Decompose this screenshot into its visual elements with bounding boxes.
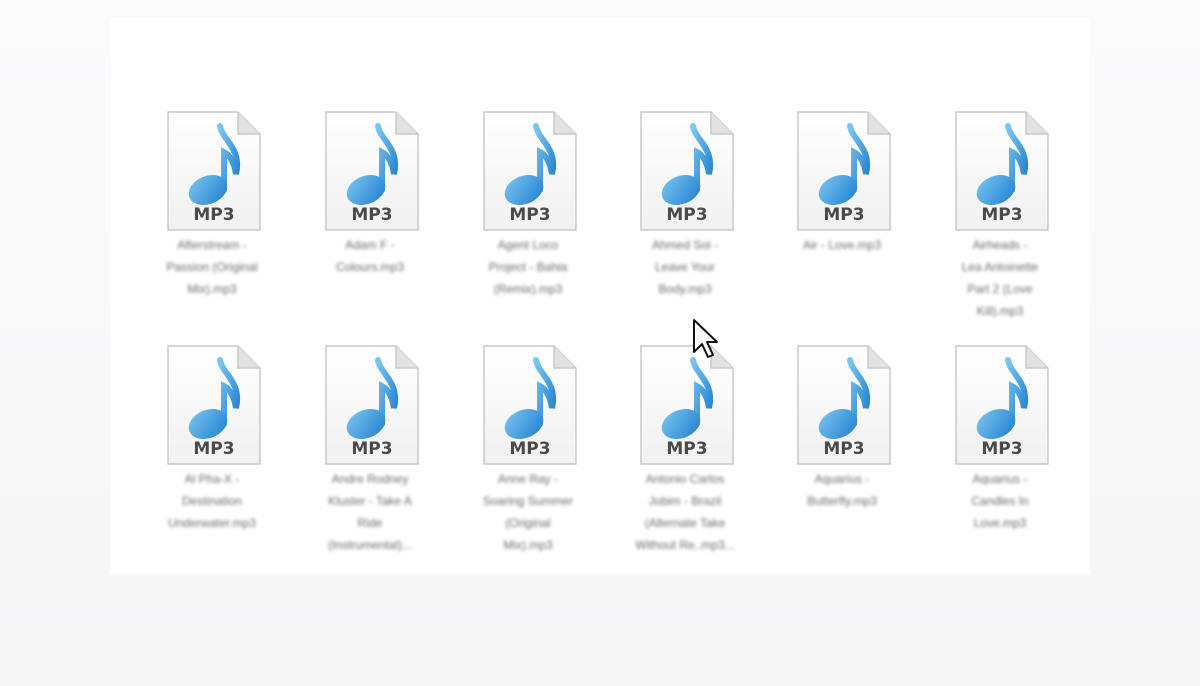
file-name-line: Kluster - Take A bbox=[328, 494, 412, 508]
file-name-line: Agent Loco bbox=[497, 238, 559, 252]
mp3-file-icon: MP3 bbox=[480, 342, 580, 468]
file-name-label: Aquarius - Butterfly.mp3 bbox=[772, 468, 912, 512]
file-name-line: Ahmed Sol - bbox=[651, 238, 719, 252]
file-name-label: Air - Love.mp3 bbox=[772, 234, 912, 256]
file-name-label: Andre Rodney Kluster - Take A Ride (Instrum… bbox=[300, 468, 440, 556]
svg-text:MP3: MP3 bbox=[823, 439, 864, 459]
svg-text:MP3: MP3 bbox=[823, 205, 864, 225]
file-name-line: Airheads - bbox=[972, 238, 1028, 252]
file-name-label: Agent Loco Project - Bahia (Remix).mp3 bbox=[458, 234, 598, 300]
file-name-label: Afterstream - Passion (Original Mix).mp3 bbox=[142, 234, 282, 300]
mp3-file-icon: MP3 bbox=[164, 108, 264, 234]
mp3-file-icon: MP3 bbox=[637, 108, 737, 234]
file-name-line: Ride bbox=[357, 516, 383, 530]
file-item[interactable]: MP3 Al Pha-X - Destination Underwater.mp3 bbox=[142, 342, 282, 572]
file-name-line: Anne Ray - bbox=[497, 472, 559, 486]
file-item[interactable]: MP3 Afterstream - Passion (Original Mix).mp… bbox=[142, 108, 282, 338]
mp3-file-icon: MP3 bbox=[480, 108, 580, 234]
file-name-line: Destination bbox=[181, 494, 243, 508]
file-name-line: (Original bbox=[505, 516, 551, 530]
file-name-line: Part 2 (Love bbox=[967, 282, 1033, 296]
file-name-line: (Remix).mp3 bbox=[493, 282, 563, 296]
file-name-line: Colours.mp3 bbox=[335, 260, 405, 274]
mp3-file-icon: MP3 bbox=[952, 108, 1052, 234]
mp3-file-icon: MP3 bbox=[164, 342, 264, 468]
file-name-label: Anne Ray - Soaring Summer (Original Mix).mp… bbox=[458, 468, 598, 556]
svg-text:MP3: MP3 bbox=[666, 439, 707, 459]
file-item[interactable]: MP3 Airheads - Lea Antoinette Part 2 (Love K… bbox=[930, 108, 1070, 338]
svg-text:MP3: MP3 bbox=[193, 205, 234, 225]
file-name-line: Kill).mp3 bbox=[976, 304, 1024, 318]
file-name-line: Mix).mp3 bbox=[503, 538, 553, 552]
file-name-line: Adam F - bbox=[345, 238, 395, 252]
mp3-file-icon: MP3 bbox=[637, 342, 737, 468]
mp3-file-icon: MP3 bbox=[794, 342, 894, 468]
file-item[interactable]: MP3 Adam F - Colours.mp3 bbox=[300, 108, 440, 338]
mp3-file-icon: MP3 bbox=[794, 108, 894, 234]
file-name-line: (Instrumental)... bbox=[327, 538, 413, 552]
file-name-line: Love.mp3 bbox=[973, 516, 1027, 530]
file-name-label: Airheads - Lea Antoinette Part 2 (Love Kill… bbox=[930, 234, 1070, 322]
file-name-line: Body.mp3 bbox=[658, 282, 712, 296]
file-name-line: Antonio Carlos bbox=[645, 472, 725, 486]
file-name-line: (Alternate Take bbox=[644, 516, 726, 530]
svg-text:MP3: MP3 bbox=[509, 439, 550, 459]
file-name-line: Butterfly.mp3 bbox=[807, 494, 877, 508]
file-item[interactable]: MP3 Ahmed Sol - Leave Your Body.mp3 bbox=[615, 108, 755, 338]
mp3-file-icon: MP3 bbox=[322, 108, 422, 234]
svg-text:MP3: MP3 bbox=[351, 205, 392, 225]
file-name-line: Lea Antoinette bbox=[961, 260, 1039, 274]
file-item[interactable]: MP3 Air - Love.mp3 bbox=[772, 108, 912, 338]
file-name-line: Project - Bahia bbox=[488, 260, 568, 274]
file-item[interactable]: MP3 Agent Loco Project - Bahia (Remix).mp3 bbox=[458, 108, 598, 338]
mp3-file-icon: MP3 bbox=[952, 342, 1052, 468]
file-name-label: Antonio Carlos Jobim - Brazil (Alternate T… bbox=[615, 468, 755, 556]
svg-text:MP3: MP3 bbox=[351, 439, 392, 459]
file-item[interactable]: MP3 Anne Ray - Soaring Summer (Original Mix)… bbox=[458, 342, 598, 572]
file-item[interactable]: MP3 Antonio Carlos Jobim - Brazil (Alternat… bbox=[615, 342, 755, 572]
mp3-file-icon: MP3 bbox=[322, 342, 422, 468]
file-name-label: Adam F - Colours.mp3 bbox=[300, 234, 440, 278]
file-name-line: Candles In bbox=[971, 494, 1029, 508]
file-grid: MP3 Afterstream - Passion (Original Mix).mp… bbox=[0, 0, 1200, 686]
svg-text:MP3: MP3 bbox=[981, 205, 1022, 225]
file-name-line: Jobim - Brazil bbox=[648, 494, 722, 508]
file-name-line: Afterstream - bbox=[177, 238, 247, 252]
file-name-line: Aquarius - bbox=[972, 472, 1028, 486]
file-item[interactable]: MP3 Andre Rodney Kluster - Take A Ride (Inst… bbox=[300, 342, 440, 572]
svg-text:MP3: MP3 bbox=[981, 439, 1022, 459]
file-item[interactable]: MP3 Aquarius - Candles In Love.mp3 bbox=[930, 342, 1070, 572]
file-name-line: Mix).mp3 bbox=[187, 282, 237, 296]
file-name-line: Soaring Summer bbox=[482, 494, 574, 508]
file-name-line: Passion (Original bbox=[166, 260, 258, 274]
file-name-line: Without Re..mp3... bbox=[635, 538, 735, 552]
file-item[interactable]: MP3 Aquarius - Butterfly.mp3 bbox=[772, 342, 912, 572]
file-name-line: Al Pha-X - bbox=[184, 472, 240, 486]
file-name-line: Andre Rodney bbox=[331, 472, 409, 486]
file-name-label: Aquarius - Candles In Love.mp3 bbox=[930, 468, 1070, 534]
file-name-line: Air - Love.mp3 bbox=[802, 238, 882, 252]
file-name-line: Aquarius - bbox=[814, 472, 870, 486]
svg-text:MP3: MP3 bbox=[509, 205, 550, 225]
file-name-label: Al Pha-X - Destination Underwater.mp3 bbox=[142, 468, 282, 534]
file-name-label: Ahmed Sol - Leave Your Body.mp3 bbox=[615, 234, 755, 300]
mouse-pointer-icon bbox=[692, 318, 718, 360]
file-name-line: Underwater.mp3 bbox=[167, 516, 257, 530]
file-name-line: Leave Your bbox=[654, 260, 716, 274]
svg-text:MP3: MP3 bbox=[666, 205, 707, 225]
svg-text:MP3: MP3 bbox=[193, 439, 234, 459]
